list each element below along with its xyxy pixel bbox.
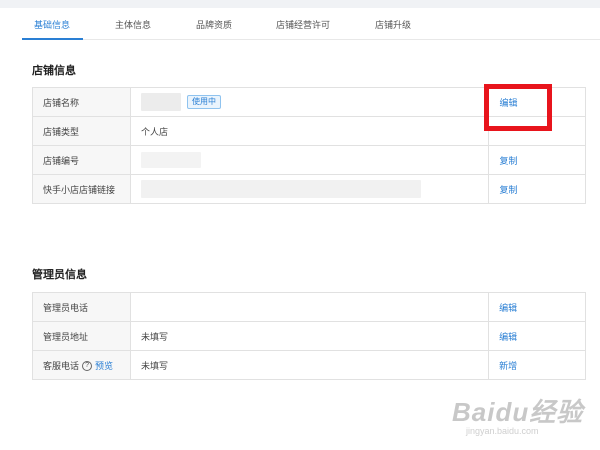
redacted-shop-id: [140, 152, 201, 168]
admin-phone-value: [129, 292, 490, 322]
admin-info-title: 管理员信息: [32, 269, 87, 281]
redacted-shop-link: [140, 180, 421, 198]
table-row: 管理员地址 未填写 编辑: [32, 321, 586, 351]
add-service-phone-link[interactable]: 新增: [499, 361, 517, 371]
shop-type-value: 个人店: [129, 116, 490, 146]
edit-admin-address-cell: 编辑: [488, 321, 586, 351]
service-phone-value: 未填写: [129, 350, 490, 380]
row-label: 店铺名称: [32, 87, 131, 117]
status-badge: 使用中: [186, 95, 221, 109]
row-label: 店铺编号: [32, 145, 131, 175]
preview-link[interactable]: 预览: [95, 361, 113, 371]
settings-panel: 基础信息 主体信息 品牌资质 店铺经营许可 店铺升级 店铺信息 店铺名称 使用中…: [0, 8, 600, 450]
shop-name-value: 使用中: [129, 87, 490, 117]
copy-shop-link-link[interactable]: 复制: [499, 185, 517, 195]
watermark-url: jingyan.baidu.com: [466, 426, 539, 436]
table-row: 快手小店店铺链接 复制: [32, 174, 586, 204]
admin-address-value: 未填写: [129, 321, 490, 351]
table-row: 店铺编号 复制: [32, 145, 586, 175]
baidu-watermark: Baidu经验: [452, 397, 584, 427]
help-icon[interactable]: ?: [82, 361, 93, 372]
highlight-annotation-box: [484, 84, 552, 131]
row-label: 管理员电话: [32, 292, 131, 322]
shop-id-value: [129, 145, 490, 175]
edit-admin-phone-link[interactable]: 编辑: [499, 303, 517, 313]
row-label: 快手小店店铺链接: [32, 174, 131, 204]
redacted-shop-name: [140, 93, 181, 111]
edit-admin-address-link[interactable]: 编辑: [499, 332, 517, 342]
add-service-phone-cell: 新增: [488, 350, 586, 380]
edit-admin-phone-cell: 编辑: [488, 292, 586, 322]
copy-shop-id-link[interactable]: 复制: [499, 156, 517, 166]
table-row: 客服电话? 预览 未填写 新增: [32, 350, 586, 380]
table-row: 管理员电话 编辑: [32, 292, 586, 322]
row-label: 管理员地址: [32, 321, 131, 351]
shop-info-title: 店铺信息: [32, 65, 76, 77]
copy-shop-link-cell: 复制: [488, 174, 586, 204]
copy-shop-id-cell: 复制: [488, 145, 586, 175]
tab-shop-upgrade[interactable]: 店铺升级: [375, 18, 411, 31]
row-label: 客服电话: [43, 360, 80, 371]
tab-entity-info[interactable]: 主体信息: [115, 18, 151, 31]
tab-brand-qualification[interactable]: 品牌资质: [196, 18, 232, 31]
shop-link-value: [129, 174, 490, 204]
row-label: 店铺类型: [32, 116, 131, 146]
service-phone-label-cell: 客服电话? 预览: [32, 350, 131, 380]
tab-bar: 基础信息 主体信息 品牌资质 店铺经营许可 店铺升级: [22, 8, 600, 40]
tab-basic-info[interactable]: 基础信息: [34, 18, 70, 31]
admin-info-table: 管理员电话 编辑 管理员地址 未填写 编辑 客服电话? 预览 未填写 新增: [32, 292, 586, 380]
active-tab-indicator: [22, 38, 83, 40]
tab-business-license[interactable]: 店铺经营许可: [276, 18, 330, 31]
